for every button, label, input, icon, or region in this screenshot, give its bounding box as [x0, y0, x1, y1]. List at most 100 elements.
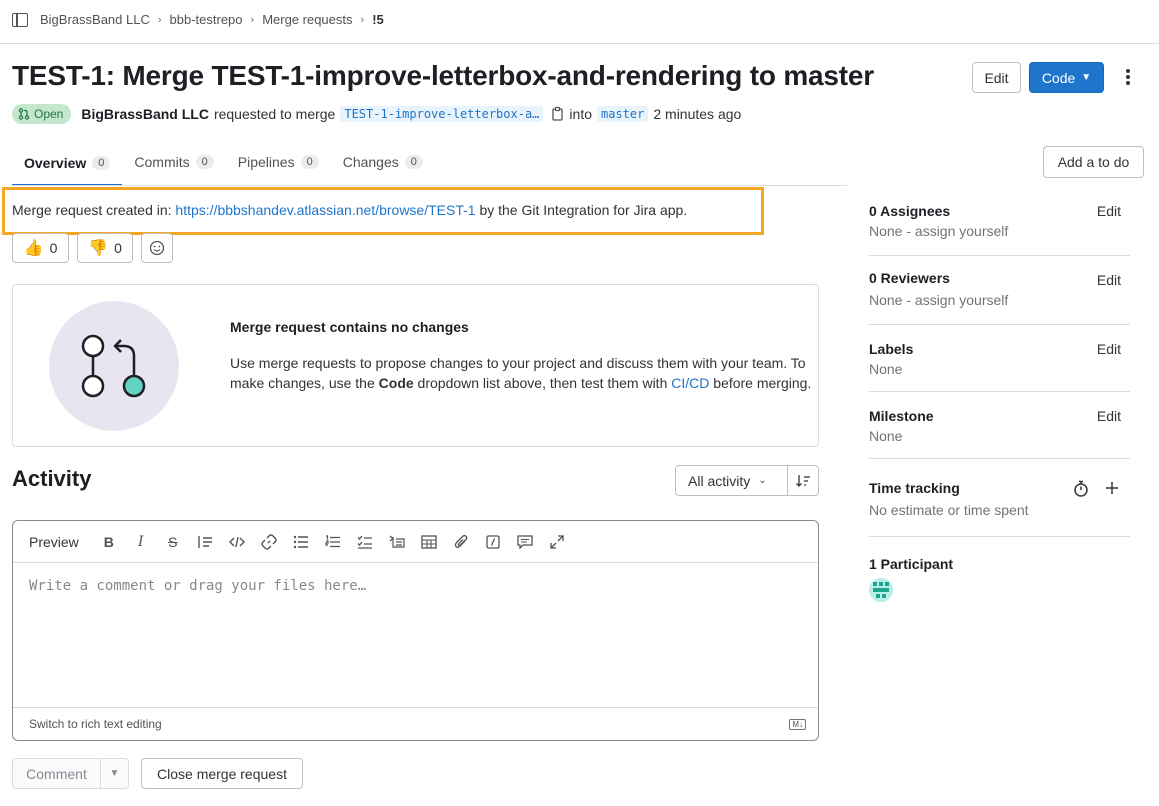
table-icon[interactable] — [413, 526, 445, 558]
add-todo-button[interactable]: Add a to do — [1043, 146, 1144, 178]
jira-issue-link[interactable]: https://bbbshandev.atlassian.net/browse/… — [175, 202, 475, 218]
into-text: into — [569, 106, 592, 122]
preview-tab[interactable]: Preview — [29, 534, 79, 550]
thumbs-up-icon: 👍 — [23, 240, 44, 257]
reviewers-value[interactable]: None - assign yourself — [869, 292, 1129, 308]
thumbs-down-count: 0 — [114, 240, 122, 256]
comment-button[interactable]: Comment — [12, 758, 101, 789]
tab-pipelines[interactable]: Pipelines 0 — [226, 142, 331, 182]
sidebar-divider — [869, 255, 1130, 256]
breadcrumb: BigBrassBand LLC › bbb-testrepo › Merge … — [12, 12, 384, 27]
close-merge-request-label: Close merge request — [157, 765, 287, 782]
numbered-list-icon[interactable] — [317, 526, 349, 558]
sidebar-toggle-icon[interactable] — [12, 12, 28, 27]
thumbs-up-count: 0 — [49, 240, 58, 256]
labels-edit-button[interactable]: Edit — [1097, 341, 1121, 357]
code-dropdown-button[interactable]: Code ▼ — [1029, 62, 1104, 93]
editor-toolbar: Preview B I S — [13, 521, 818, 563]
merge-request-illustration-icon — [81, 334, 146, 398]
task-list-icon[interactable] — [349, 526, 381, 558]
breadcrumb-project[interactable]: bbb-testrepo — [170, 12, 243, 27]
assignees-section: 0 Assignees None - assign yourself Edit — [869, 203, 1129, 239]
close-merge-request-button[interactable]: Close merge request — [141, 758, 303, 789]
identicon-icon — [869, 578, 893, 602]
plus-icon[interactable] — [1105, 481, 1119, 495]
chevron-down-icon: ▼ — [109, 768, 120, 779]
thumbs-down-button[interactable]: 👎 0 — [77, 233, 133, 263]
tabs-divider — [12, 185, 847, 186]
assignees-edit-button[interactable]: Edit — [1097, 203, 1121, 219]
link-icon[interactable] — [253, 526, 285, 558]
quick-actions-icon[interactable] — [477, 526, 509, 558]
chevron-right-icon: › — [360, 13, 365, 26]
merge-request-meta: Open BigBrassBand LLC requested to merge… — [12, 102, 741, 126]
created-time: 2 minutes ago — [653, 106, 742, 122]
empty-state-card: Merge request contains no changes Use me… — [12, 284, 819, 447]
stopwatch-icon[interactable] — [1073, 480, 1089, 497]
status-label: Open — [34, 107, 64, 121]
fullscreen-icon[interactable] — [541, 526, 573, 558]
assignees-value[interactable]: None - assign yourself — [869, 223, 1129, 239]
chevron-down-icon: ▼ — [1081, 72, 1092, 83]
sidebar-divider — [869, 391, 1130, 392]
tab-label: Changes — [342, 154, 399, 170]
reviewers-title: 0 Reviewers — [869, 270, 950, 286]
labels-title: Labels — [869, 341, 914, 357]
time-tracking-section: Time tracking No estimate or time spent — [869, 480, 1129, 518]
switch-to-rich-text-link[interactable]: Switch to rich text editing — [29, 717, 162, 731]
breadcrumb-group[interactable]: BigBrassBand LLC — [40, 12, 150, 27]
tab-commits[interactable]: Commits 0 — [122, 142, 225, 182]
tab-count: 0 — [92, 156, 111, 170]
empty-state-title: Merge request contains no changes — [230, 319, 469, 335]
milestone-title: Milestone — [869, 408, 934, 424]
strikethrough-icon[interactable]: S — [157, 526, 189, 558]
attach-file-icon[interactable] — [445, 526, 477, 558]
comment-button-label: Comment — [26, 765, 87, 782]
comment-options-dropdown[interactable]: ▼ — [100, 758, 129, 789]
time-tracking-value: No estimate or time spent — [869, 502, 1029, 518]
bold-icon[interactable]: B — [93, 526, 125, 558]
comment-templates-icon[interactable] — [509, 526, 541, 558]
merge-request-icon — [18, 108, 30, 120]
italic-icon[interactable]: I — [125, 526, 157, 558]
target-branch[interactable]: master — [597, 106, 649, 122]
page-title: TEST-1: Merge TEST-1-improve-letterbox-a… — [12, 60, 874, 91]
edit-button[interactable]: Edit — [972, 62, 1021, 93]
bulleted-list-icon[interactable] — [285, 526, 317, 558]
code-word: Code — [378, 375, 414, 391]
activity-filter-dropdown[interactable]: All activity ⌄ — [675, 465, 788, 496]
code-icon[interactable] — [221, 526, 253, 558]
empty-state-text: Use merge requests to propose changes to… — [230, 353, 815, 393]
copy-icon[interactable] — [551, 106, 565, 122]
avatar[interactable] — [869, 578, 893, 602]
edit-button-label: Edit — [984, 69, 1009, 86]
more-actions-icon[interactable] — [1120, 67, 1136, 87]
top-bar: BigBrassBand LLC › bbb-testrepo › Merge … — [0, 0, 1159, 44]
sort-direction-button[interactable] — [787, 465, 819, 496]
activity-heading: Activity — [12, 466, 92, 491]
participants-title: 1 Participant — [869, 556, 954, 572]
milestone-edit-button[interactable]: Edit — [1097, 408, 1121, 424]
tab-changes[interactable]: Changes 0 — [331, 142, 435, 182]
breadcrumb-current[interactable]: !5 — [372, 12, 384, 27]
tab-overview[interactable]: Overview 0 — [12, 142, 123, 186]
merge-request-tabs: Overview 0 Commits 0 Pipelines 0 Changes… — [12, 142, 435, 186]
tab-label: Pipelines — [237, 154, 295, 170]
cicd-link[interactable]: CI/CD — [671, 375, 709, 391]
add-todo-label: Add a to do — [1057, 154, 1130, 170]
markdown-icon: M↓ — [789, 718, 806, 730]
no-changes-illustration — [49, 301, 179, 431]
collapsible-section-icon[interactable] — [381, 526, 413, 558]
thumbs-up-button[interactable]: 👍 0 — [12, 233, 69, 263]
tab-count: 0 — [404, 155, 423, 169]
source-branch[interactable]: TEST-1-improve-letterbox-a… — [340, 106, 544, 122]
add-reaction-button[interactable] — [141, 233, 173, 263]
reviewers-edit-button[interactable]: Edit — [1097, 272, 1121, 288]
comment-textarea[interactable]: Write a comment or drag your files here… — [29, 578, 366, 594]
labels-section: Labels None Edit — [869, 341, 1129, 377]
author-link[interactable]: BigBrassBand LLC — [81, 106, 209, 122]
breadcrumb-merge-requests[interactable]: Merge requests — [262, 12, 352, 27]
empty-text-part: dropdown list above, then test them with — [413, 375, 672, 391]
quote-icon[interactable] — [189, 526, 221, 558]
assignees-title: 0 Assignees — [869, 203, 951, 219]
